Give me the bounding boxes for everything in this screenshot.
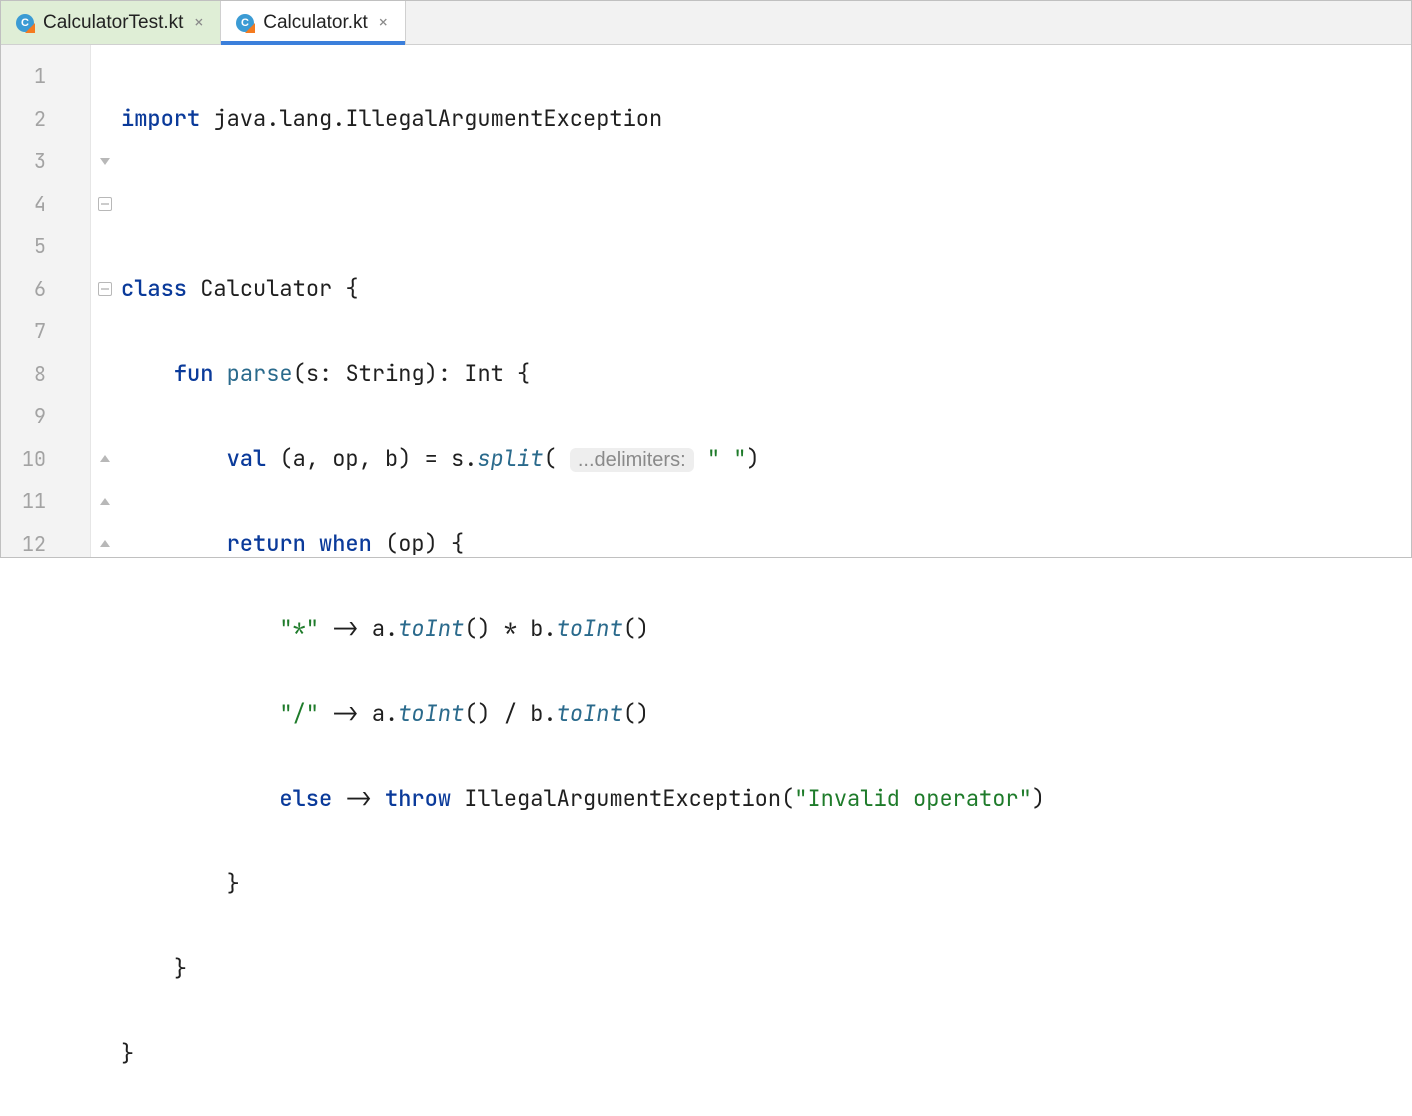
code-text: } bbox=[174, 954, 187, 983]
svg-text:C: C bbox=[21, 17, 29, 29]
keyword: class bbox=[121, 274, 187, 303]
fold-toggle-icon[interactable] bbox=[98, 197, 112, 211]
fold-toggle-icon[interactable] bbox=[100, 455, 110, 462]
keyword: else bbox=[279, 784, 332, 813]
code-text: () bbox=[623, 699, 649, 728]
method-call: toInt bbox=[398, 699, 464, 728]
line-number: 12 bbox=[1, 523, 90, 566]
keyword: when bbox=[319, 529, 372, 558]
line-number: 1 bbox=[1, 55, 90, 98]
string-literal: " " bbox=[707, 444, 747, 473]
method-call: toInt bbox=[557, 699, 623, 728]
keyword: fun bbox=[174, 359, 214, 388]
close-icon[interactable]: × bbox=[376, 11, 391, 34]
code-text: (s: String): Int { bbox=[293, 359, 531, 388]
method-call: toInt bbox=[557, 614, 623, 643]
line-number: 2 bbox=[1, 98, 90, 141]
method-call: toInt bbox=[398, 614, 464, 643]
string-literal: "*" bbox=[279, 614, 319, 643]
code-text: IllegalArgumentException( bbox=[451, 784, 794, 813]
editor-tabbar: C CalculatorTest.kt × C Calculator.kt × bbox=[1, 1, 1411, 45]
keyword: return bbox=[227, 529, 306, 558]
fold-toggle-icon[interactable] bbox=[100, 540, 110, 547]
line-number: 6 bbox=[1, 268, 90, 311]
fold-gutter bbox=[91, 45, 119, 557]
line-number: 8 bbox=[1, 353, 90, 396]
line-number: 10 bbox=[1, 438, 90, 481]
fold-toggle-icon[interactable] bbox=[100, 158, 110, 165]
code-editor[interactable]: 1 2 3 4 5 6 7 8 9 10 11 12 import java.l… bbox=[1, 45, 1411, 557]
code-text: () bbox=[623, 614, 649, 643]
code-text: (op) { bbox=[372, 529, 464, 558]
method-call: split bbox=[477, 444, 543, 473]
code-text: () / b. bbox=[464, 699, 556, 728]
code-text: java.lang.IllegalArgumentException bbox=[200, 104, 662, 133]
line-number: 9 bbox=[1, 395, 90, 438]
code-area[interactable]: import java.lang.IllegalArgumentExceptio… bbox=[119, 45, 1411, 557]
parameter-hint: ...delimiters: bbox=[570, 448, 694, 472]
code-text: Calculator { bbox=[187, 274, 359, 303]
code-text: (a, op, b) = s. bbox=[266, 444, 477, 473]
function-name: parse bbox=[227, 359, 293, 388]
keyword: import bbox=[121, 104, 200, 133]
code-text: -> bbox=[332, 784, 385, 813]
svg-text:C: C bbox=[241, 17, 249, 29]
fold-toggle-icon[interactable] bbox=[100, 498, 110, 505]
kotlin-file-icon: C bbox=[15, 13, 35, 33]
line-number: 3 bbox=[1, 140, 90, 183]
code-text: } bbox=[227, 869, 240, 898]
tab-calculator[interactable]: C Calculator.kt × bbox=[221, 1, 405, 44]
tab-label: CalculatorTest.kt bbox=[43, 12, 183, 34]
string-literal: "/" bbox=[279, 699, 319, 728]
tab-calculatortest[interactable]: C CalculatorTest.kt × bbox=[1, 1, 221, 44]
string-literal: "Invalid operator" bbox=[794, 784, 1032, 813]
line-number-gutter: 1 2 3 4 5 6 7 8 9 10 11 12 bbox=[1, 45, 91, 557]
code-text: -> a. bbox=[319, 614, 398, 643]
kotlin-file-icon: C bbox=[235, 13, 255, 33]
line-number: 4 bbox=[1, 183, 90, 226]
code-text: -> a. bbox=[319, 699, 398, 728]
close-icon[interactable]: × bbox=[191, 11, 206, 34]
tab-label: Calculator.kt bbox=[263, 12, 368, 34]
line-number: 11 bbox=[1, 480, 90, 523]
code-text: () * b. bbox=[464, 614, 556, 643]
keyword: throw bbox=[385, 784, 451, 813]
code-text: ) bbox=[1032, 784, 1045, 813]
code-text: } bbox=[121, 1039, 134, 1068]
line-number: 5 bbox=[1, 225, 90, 268]
line-number: 7 bbox=[1, 310, 90, 353]
fold-toggle-icon[interactable] bbox=[98, 282, 112, 296]
keyword: val bbox=[227, 444, 267, 473]
